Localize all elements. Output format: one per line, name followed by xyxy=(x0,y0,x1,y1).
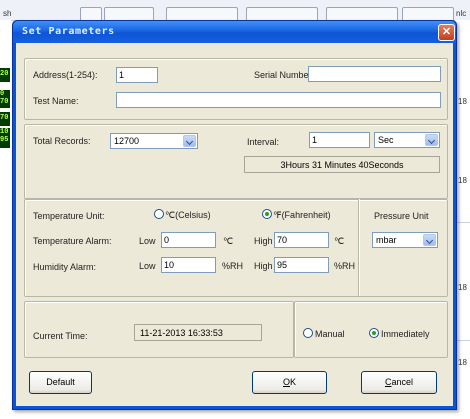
address-input[interactable]: 1 xyxy=(116,67,158,83)
background-tab-text-right: nlc xyxy=(456,9,467,18)
close-icon: ✕ xyxy=(441,26,452,38)
group-divider xyxy=(358,199,359,296)
address-label: Address(1-254): xyxy=(33,70,98,80)
background-number: 18 xyxy=(458,283,467,292)
cancel-label: ancel xyxy=(391,377,413,387)
background-number: 18 xyxy=(458,176,467,185)
immediately-label[interactable]: Immediately xyxy=(381,329,430,339)
background-data-cell: 10 95 xyxy=(0,128,10,148)
manual-radio[interactable] xyxy=(303,328,313,338)
close-button[interactable]: ✕ xyxy=(438,24,455,41)
background-number: 18 xyxy=(458,97,467,106)
temperature-high-input[interactable]: 70 xyxy=(274,232,329,248)
total-records-value: 12700 xyxy=(114,136,140,146)
background-tab-text-left: sh xyxy=(3,9,12,18)
temperature-low-unit: ℃ xyxy=(223,236,234,246)
interval-input[interactable]: 1 xyxy=(309,132,370,148)
current-time-label: Current Time: xyxy=(33,331,88,341)
manual-label[interactable]: Manual xyxy=(315,329,345,339)
humidity-alarm-label: Humidity Alarm: xyxy=(33,262,97,272)
ok-button[interactable]: OK xyxy=(252,371,327,394)
humidity-low-input[interactable]: 10 xyxy=(161,257,216,273)
pressure-unit-select[interactable]: mbar xyxy=(372,232,438,248)
background-data-cell: 0 70 xyxy=(0,90,10,108)
chevron-down-icon[interactable] xyxy=(183,135,196,147)
total-records-label: Total Records: xyxy=(33,136,91,146)
fahrenheit-radio[interactable] xyxy=(262,209,272,219)
dialog-title-bar[interactable]: Set Parameters ✕ xyxy=(13,21,456,43)
humidity-low-label: Low xyxy=(139,261,156,271)
temperature-low-label: Low xyxy=(139,236,156,246)
default-button[interactable]: Default xyxy=(29,371,92,394)
temperature-low-input[interactable]: 0 xyxy=(161,232,216,248)
background-data-cell: 70 xyxy=(0,112,10,126)
temperature-high-label: High xyxy=(254,236,273,246)
background-number: 18 xyxy=(458,358,467,367)
interval-unit-value: Sec xyxy=(378,135,394,145)
humidity-high-label: High xyxy=(254,261,273,271)
test-name-label: Test Name: xyxy=(33,96,79,106)
dialog-body: Address(1-254): 1 Serial Number: Test Na… xyxy=(16,43,453,406)
duration-display: 3Hours 31 Minutes 40Seconds xyxy=(244,156,440,173)
humidity-low-unit: %RH xyxy=(222,261,244,271)
background-data-cell: 20 xyxy=(0,68,10,82)
interval-label: Interval: xyxy=(247,137,280,147)
humidity-high-input[interactable]: 95 xyxy=(274,257,329,273)
temperature-high-unit: ℃ xyxy=(334,236,345,246)
background-toolbar: sh nlc xyxy=(0,0,470,22)
celsius-radio[interactable] xyxy=(154,209,164,219)
chevron-down-icon[interactable] xyxy=(425,134,438,146)
fahrenheit-label[interactable]: ℉(Fahrenheit) xyxy=(273,210,331,221)
current-time-display: 11-21-2013 16:33:53 xyxy=(134,324,262,341)
interval-unit-select[interactable]: Sec xyxy=(374,132,440,148)
dialog-title: Set Parameters xyxy=(22,26,115,37)
ok-label: K xyxy=(290,377,297,387)
celsius-label[interactable]: ℃(Celsius) xyxy=(165,210,211,221)
ok-mnemonic: O xyxy=(282,377,290,387)
test-name-input[interactable] xyxy=(116,92,441,108)
serial-number-label: Serial Number: xyxy=(254,70,315,80)
chevron-down-icon[interactable] xyxy=(423,234,436,246)
background-divider xyxy=(455,222,470,223)
humidity-high-unit: %RH xyxy=(334,261,356,271)
total-records-select[interactable]: 12700 xyxy=(110,133,198,149)
set-parameters-dialog: Set Parameters ✕ Address(1-254): 1 Seria… xyxy=(12,20,457,410)
pressure-unit-label: Pressure Unit xyxy=(374,211,429,221)
serial-number-input[interactable] xyxy=(308,66,441,82)
immediately-radio[interactable] xyxy=(369,328,379,338)
pressure-unit-value: mbar xyxy=(376,235,397,245)
temperature-unit-label: Temperature Unit: xyxy=(33,211,105,221)
temperature-alarm-label: Temperature Alarm: xyxy=(33,236,112,246)
cancel-button[interactable]: Cancel xyxy=(361,371,437,394)
background-divider xyxy=(455,340,470,341)
